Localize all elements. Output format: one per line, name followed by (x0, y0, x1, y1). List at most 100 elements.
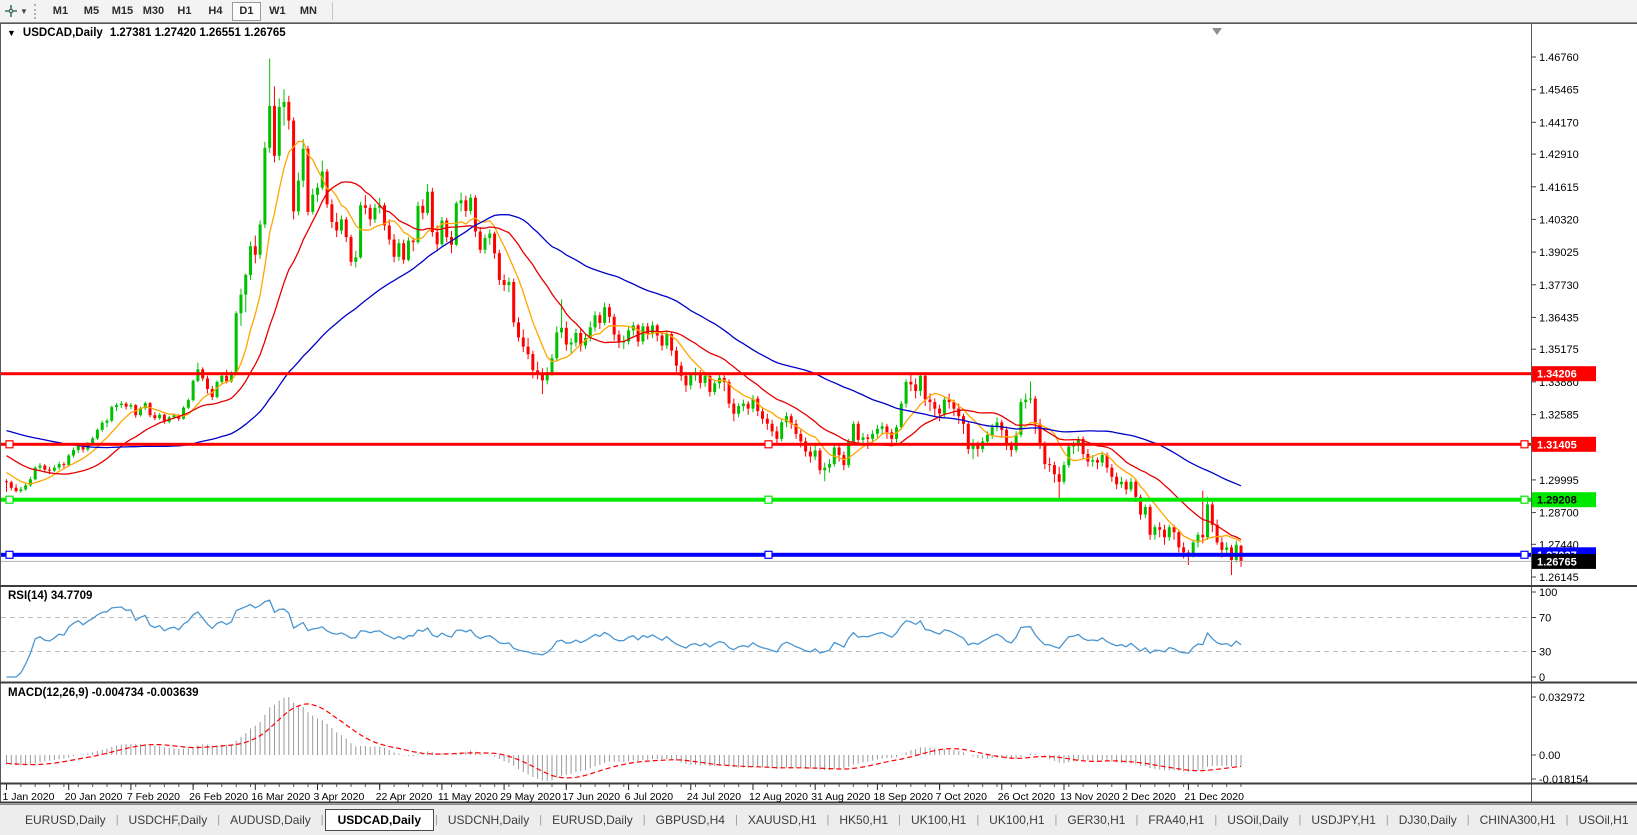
chart-title: ▼ USDCAD,Daily 1.27381 1.27420 1.26551 1… (7, 27, 286, 39)
chart-tab-gbpusd-h4[interactable]: GBPUSD,H4 (647, 810, 734, 830)
chart-tab-ger30-h1[interactable]: GER30,H1 (1058, 810, 1134, 830)
chart-tab-usdcnh-daily[interactable]: USDCNH,Daily (439, 810, 538, 830)
line-handle[interactable] (1521, 441, 1528, 448)
price-badge-1-34206: 1.34206 (1532, 366, 1596, 381)
timeframe-button-h1[interactable]: H1 (170, 2, 199, 21)
tab-separator: | (735, 814, 738, 826)
tab-separator: | (435, 814, 438, 826)
moving-averages-layer (7, 141, 1242, 542)
chart-tabs: EURUSD,Daily|USDCHF,Daily|AUDUSD,Daily|U… (16, 809, 1637, 831)
timeframe-button-m30[interactable]: M30 (139, 2, 168, 21)
chart-tab-usoil-h1[interactable]: USOil,H1 (1570, 810, 1637, 830)
svg-text:1.31405: 1.31405 (1537, 439, 1577, 451)
line-handle[interactable] (6, 551, 13, 558)
tab-separator: | (827, 814, 830, 826)
chart-tab-uk100-h1[interactable]: UK100,H1 (902, 810, 975, 830)
svg-text:1.26765: 1.26765 (1537, 556, 1577, 568)
price-badge-1-26765: 1.26765 (1532, 554, 1596, 569)
line-handle[interactable] (6, 496, 13, 503)
line-handle[interactable] (1521, 551, 1528, 558)
svg-text:0.032972: 0.032972 (1539, 692, 1585, 704)
chart-symbol-label: USDCAD,Daily (23, 27, 103, 39)
chart-tab-usoil-daily[interactable]: USOil,Daily (1218, 810, 1297, 830)
candles-layer (5, 59, 1243, 576)
timeframe-button-w1[interactable]: W1 (263, 2, 292, 21)
chart-tab-fra40-h1[interactable]: FRA40,H1 (1139, 810, 1213, 830)
time-axis: 1 Jan 202020 Jan 20207 Feb 202026 Feb 20… (3, 784, 1245, 803)
chart-shift-icon[interactable] (1212, 28, 1222, 35)
svg-text:6 Jul 2020: 6 Jul 2020 (625, 791, 674, 803)
timeframe-button-m1[interactable]: M1 (46, 2, 75, 21)
chart-tab-xauusd-h1[interactable]: XAUUSD,H1 (739, 810, 826, 830)
svg-text:29 May 2020: 29 May 2020 (500, 791, 561, 803)
svg-text:24 Jul 2020: 24 Jul 2020 (687, 791, 741, 803)
line-handle[interactable] (765, 441, 772, 448)
chart-tab-usdcad-daily[interactable]: USDCAD,Daily (325, 809, 434, 831)
mt4-window: { "toolbar": { "timeframes": ["M1","M5",… (0, 0, 1637, 835)
svg-text:1.28700: 1.28700 (1539, 508, 1579, 520)
timeframe-button-d1[interactable]: D1 (232, 2, 261, 21)
svg-text:1.32585: 1.32585 (1539, 410, 1579, 422)
chart-tab-dj30-daily[interactable]: DJ30,Daily (1390, 810, 1466, 830)
svg-text:1.39025: 1.39025 (1539, 247, 1579, 259)
chart-tab-usdjpy-h1[interactable]: USDJPY,H1 (1302, 810, 1384, 830)
chart-tab-hk50-h1[interactable]: HK50,H1 (830, 810, 897, 830)
timeframe-button-mn[interactable]: MN (294, 2, 323, 21)
svg-text:30: 30 (1539, 647, 1551, 659)
svg-text:1.44170: 1.44170 (1539, 117, 1579, 129)
svg-text:0.00: 0.00 (1539, 750, 1560, 762)
toolbar-grip[interactable] (34, 4, 40, 19)
rsi-line (7, 600, 1242, 677)
price-chart-canvas[interactable]: 1.467601.454651.441701.429101.416151.403… (0, 23, 1637, 804)
horizontal-line-1-27027[interactable] (1, 551, 1531, 558)
svg-text:1.41615: 1.41615 (1539, 182, 1579, 194)
svg-text:20 Jan 2020: 20 Jan 2020 (65, 791, 123, 803)
tab-separator: | (643, 814, 646, 826)
chart-tab-uk100-h1[interactable]: UK100,H1 (980, 810, 1053, 830)
chart-tab-eurusd-daily[interactable]: EURUSD,Daily (543, 810, 642, 830)
horizontal-line-1-31405[interactable] (1, 441, 1531, 448)
chart-tab-eurusd-daily[interactable]: EURUSD,Daily (16, 810, 115, 830)
line-handle[interactable] (1521, 496, 1528, 503)
chart-window[interactable]: ▼ USDCAD,Daily 1.27381 1.27420 1.26551 1… (0, 23, 1637, 804)
macd-signal-line (7, 704, 1242, 778)
line-handle[interactable] (6, 441, 13, 448)
timeframe-toolbar: ▼ M1M5M15M30H1H4D1W1MN (0, 0, 1637, 23)
horizontal-line-1-34206[interactable] (1, 372, 1531, 375)
svg-text:70: 70 (1539, 613, 1551, 625)
chevron-down-icon: ▼ (20, 7, 28, 16)
chart-tab-audusd-daily[interactable]: AUDUSD,Daily (221, 810, 320, 830)
svg-text:1.37730: 1.37730 (1539, 280, 1579, 292)
svg-text:3 Apr 2020: 3 Apr 2020 (314, 791, 365, 803)
line-handle[interactable] (765, 551, 772, 558)
rsi-indicator-label: RSI(14) 34.7709 (8, 590, 92, 602)
chart-tab-usdchf-daily[interactable]: USDCHF,Daily (120, 810, 217, 830)
crosshair-icon (4, 4, 18, 18)
cursor-tool-button[interactable]: ▼ (0, 1, 32, 21)
tab-separator: | (1214, 814, 1217, 826)
svg-text:1.36435: 1.36435 (1539, 312, 1579, 324)
svg-text:1.29995: 1.29995 (1539, 475, 1579, 487)
svg-text:12 Aug 2020: 12 Aug 2020 (749, 791, 808, 803)
svg-text:1.29208: 1.29208 (1537, 495, 1577, 507)
svg-text:26 Oct 2020: 26 Oct 2020 (998, 791, 1055, 803)
svg-text:22 Apr 2020: 22 Apr 2020 (376, 791, 433, 803)
collapse-arrow-icon[interactable]: ▼ (7, 28, 16, 38)
tab-separator: | (321, 814, 324, 826)
chart-tab-china300-h1[interactable]: CHINA300,H1 (1471, 810, 1565, 830)
svg-text:1.40320: 1.40320 (1539, 214, 1579, 226)
timeframe-button-h4[interactable]: H4 (201, 2, 230, 21)
chart-ohlc-values: 1.27381 1.27420 1.26551 1.26765 (110, 27, 286, 39)
price-axis: 1.467601.454651.441701.429101.416151.403… (1531, 23, 1579, 802)
timeframe-button-m15[interactable]: M15 (108, 2, 137, 21)
svg-text:1.35175: 1.35175 (1539, 344, 1579, 356)
timeframe-buttons: M1M5M15M30H1H4D1W1MN (45, 2, 324, 21)
svg-text:7 Oct 2020: 7 Oct 2020 (936, 791, 988, 803)
line-handle[interactable] (765, 496, 772, 503)
svg-text:18 Sep 2020: 18 Sep 2020 (873, 791, 933, 803)
timeframe-button-m5[interactable]: M5 (77, 2, 106, 21)
tab-separator: | (1467, 814, 1470, 826)
horizontal-line-1-29208[interactable] (1, 496, 1531, 503)
tab-separator: | (898, 814, 901, 826)
bid-price-line (1, 561, 1531, 562)
